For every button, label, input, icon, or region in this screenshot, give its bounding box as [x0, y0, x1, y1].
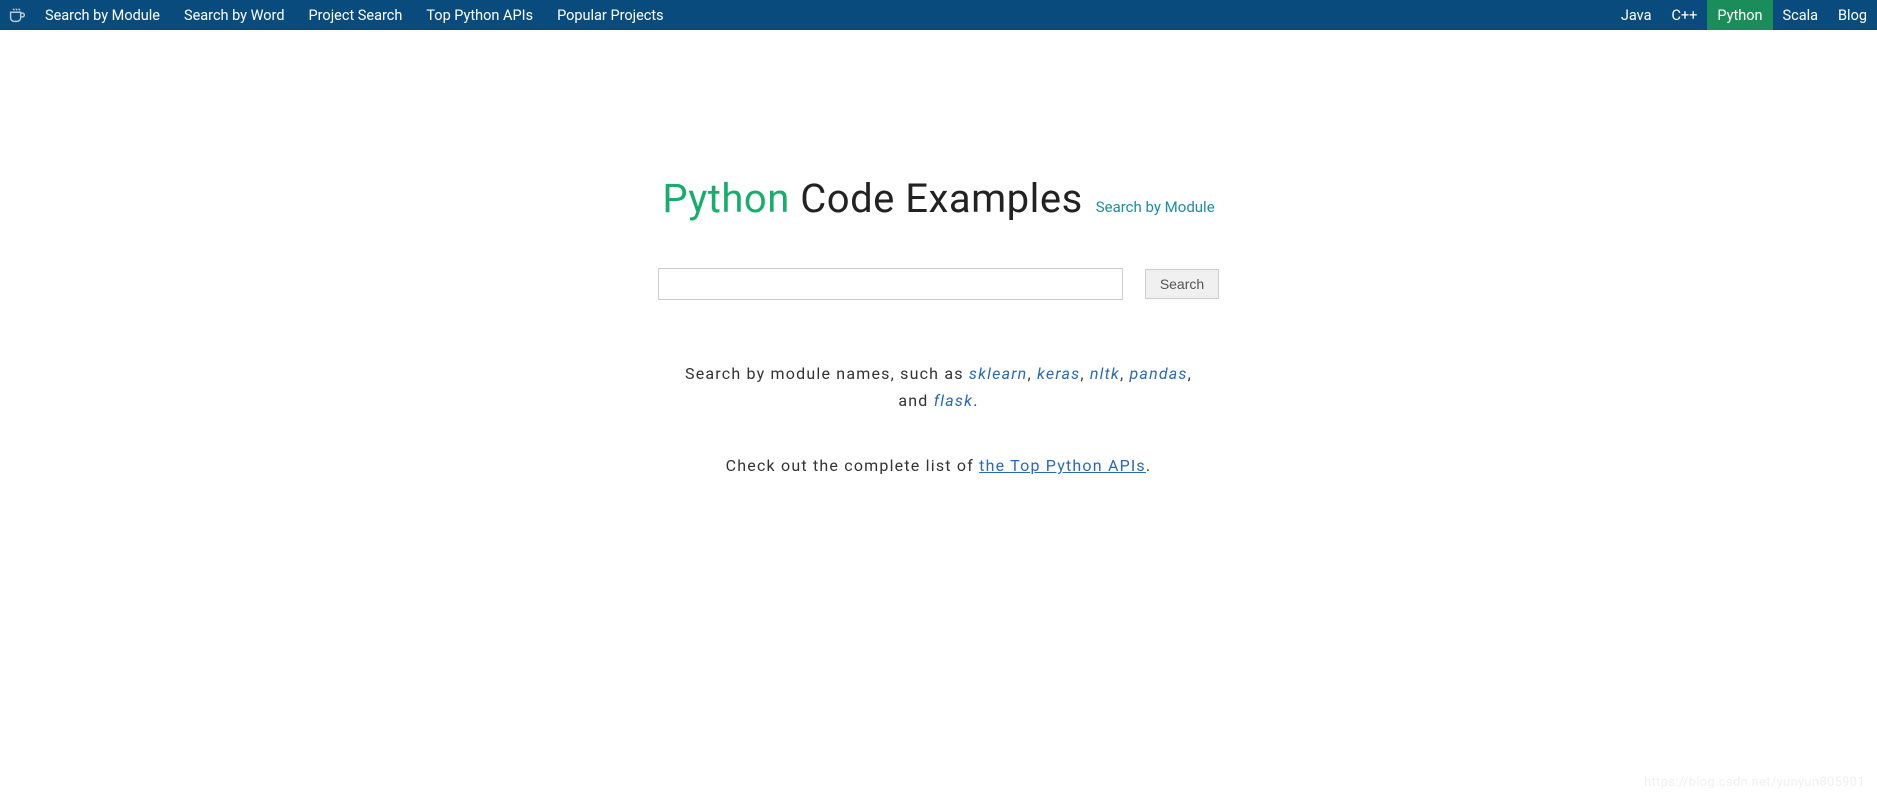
page-title-row: Python Code Examples Search by Module [662, 175, 1214, 222]
lang-cpp[interactable]: C++ [1661, 0, 1707, 30]
lang-blog[interactable]: Blog [1828, 0, 1877, 30]
title-rest: Code Examples [800, 175, 1083, 222]
main-content: Python Code Examples Search by Module Se… [0, 30, 1877, 475]
apis-prefix: Check out the complete list of [726, 456, 980, 475]
watermark-text: https://blog.csdn.net/yunyun805901 [1644, 775, 1865, 790]
search-input[interactable] [658, 268, 1123, 300]
search-row: Search [658, 268, 1219, 300]
hint-link-pandas[interactable]: pandas [1130, 364, 1188, 383]
nav-popular-projects[interactable]: Popular Projects [545, 0, 676, 30]
lang-java[interactable]: Java [1611, 0, 1662, 30]
top-navbar: Search by Module Search by Word Project … [0, 0, 1877, 30]
page-title: Python Code Examples [662, 175, 1082, 222]
lang-python[interactable]: Python [1707, 0, 1772, 30]
hint-link-keras[interactable]: keras [1037, 364, 1080, 383]
apis-link[interactable]: the Top Python APIs [979, 456, 1146, 475]
hint-link-flask[interactable]: flask [934, 391, 974, 410]
nav-search-by-module[interactable]: Search by Module [33, 0, 172, 30]
hint-prefix: Search by module names, such as [685, 364, 969, 383]
hint-link-nltk[interactable]: nltk [1090, 364, 1120, 383]
nav-search-by-word[interactable]: Search by Word [172, 0, 297, 30]
hint-link-sklearn[interactable]: sklearn [969, 364, 1028, 383]
title-sublink-search-by-module[interactable]: Search by Module [1096, 198, 1215, 216]
lang-scala[interactable]: Scala [1773, 0, 1829, 30]
title-first-word: Python [662, 175, 789, 222]
search-button[interactable]: Search [1145, 269, 1219, 299]
nav-top-python-apis[interactable]: Top Python APIs [414, 0, 545, 30]
apis-text: Check out the complete list of the Top P… [726, 456, 1152, 475]
navbar-left: Search by Module Search by Word Project … [0, 0, 676, 30]
hint-text: Search by module names, such as sklearn,… [679, 360, 1199, 414]
nav-project-search[interactable]: Project Search [297, 0, 415, 30]
coffee-cup-icon [3, 1, 31, 29]
navbar-right: Java C++ Python Scala Blog [1611, 0, 1877, 30]
